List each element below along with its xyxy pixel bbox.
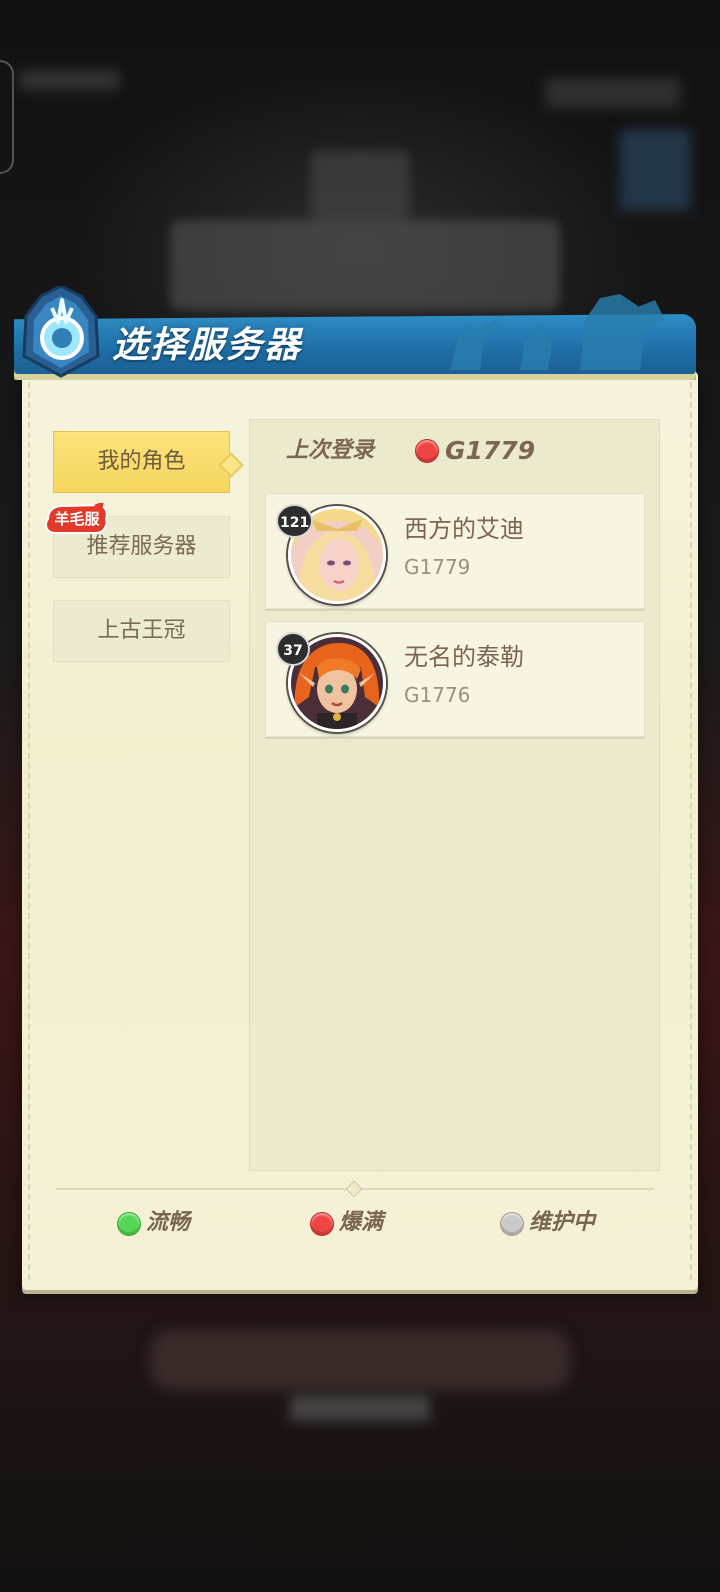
role-level-badge: 121 xyxy=(276,504,314,538)
background-blur-element xyxy=(620,130,690,210)
legend-maintenance-label: 维护中 xyxy=(529,1210,596,1235)
status-full-dot-icon xyxy=(310,1212,334,1236)
background-blur-element xyxy=(20,70,120,90)
last-login-server[interactable]: G1779 xyxy=(445,434,535,468)
role-server: G1779 xyxy=(404,555,471,579)
tab-my-roles[interactable]: 我的角色 xyxy=(53,431,230,493)
tab-shanggu-wangguan[interactable]: 上古王冠 xyxy=(53,600,230,662)
last-login-status-dot-icon xyxy=(415,439,439,463)
background-blur-element xyxy=(290,1395,430,1421)
legend-full-label: 爆满 xyxy=(339,1210,384,1235)
role-card[interactable]: 37 无名的泰勒 G1776 xyxy=(265,621,645,737)
last-login-label: 上次登录 xyxy=(286,438,375,463)
character-silhouettes-icon xyxy=(450,294,665,370)
status-smooth-dot-icon xyxy=(117,1212,141,1236)
background-edge-frame xyxy=(0,60,14,174)
role-level-badge: 37 xyxy=(276,632,310,666)
legend-smooth-label: 流畅 xyxy=(146,1210,191,1235)
tab-badge-label: 羊毛服 xyxy=(54,510,100,528)
background-blur-element xyxy=(150,1330,570,1390)
role-name: 西方的艾迪 xyxy=(404,515,524,543)
role-server: G1776 xyxy=(404,683,471,707)
status-maintenance-dot-icon xyxy=(500,1212,524,1236)
role-name: 无名的泰勒 xyxy=(404,643,524,671)
role-card[interactable]: 121 西方的艾迪 G1779 xyxy=(265,493,645,609)
crown-emblem-icon xyxy=(22,286,100,378)
background-blur-element xyxy=(545,78,680,108)
dialog-title: 选择服务器 xyxy=(112,325,303,366)
